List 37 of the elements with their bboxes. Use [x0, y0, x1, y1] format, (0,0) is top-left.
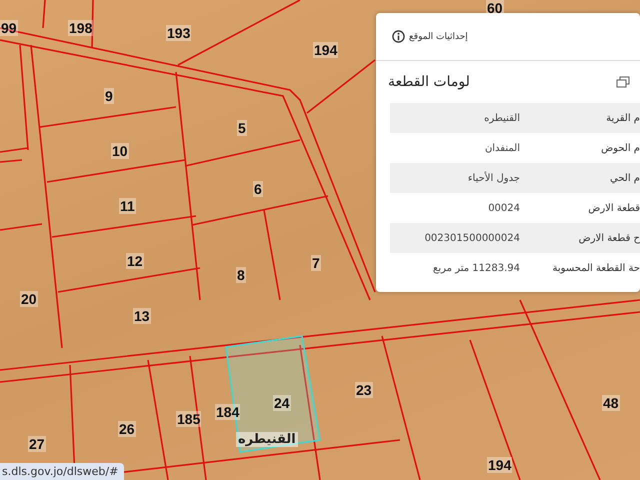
parcel-number: 5 [237, 120, 247, 136]
parcel-number: 27 [28, 436, 46, 452]
parcel-number: 12 [126, 253, 144, 269]
parcel-number: 7 [311, 255, 321, 271]
parcel-number: 184 [215, 404, 240, 420]
status-url: s.dls.gov.jo/dlsweb/# [0, 463, 124, 480]
parcel-number: 26 [118, 421, 136, 437]
panel-title: لومات القطعة [388, 74, 470, 90]
parcel-number: 194 [487, 457, 512, 473]
parcel-number: 13 [133, 308, 151, 324]
field-value: 002301500000024 [424, 232, 520, 244]
field-value: المنفدان [484, 142, 520, 154]
field-label: ح قطعة الارض [578, 232, 640, 244]
parcel-number: 24 [273, 395, 291, 411]
field-label: حة القطعة المحسوبة [552, 262, 640, 274]
field-label: م الحي [609, 172, 640, 184]
parcel-number: 185 [176, 411, 202, 427]
field-label: م الحوض [600, 142, 640, 154]
parcel-number: 23 [355, 382, 373, 398]
parcel-number: 10 [111, 143, 129, 159]
field-label: م القرية [605, 112, 640, 124]
parcel-number: 193 [166, 25, 192, 41]
parcel-number: 11 [119, 198, 136, 214]
parcel-number: 8 [236, 267, 246, 283]
field-label: قطعة الارض [587, 202, 640, 214]
field-value: 11283.94 متر مربع [432, 262, 520, 274]
parcel-number: 194 [313, 42, 338, 58]
place-label: القنيطره [236, 432, 298, 447]
parcel-number: 9 [104, 88, 114, 104]
parcel-number: 99 [0, 20, 18, 36]
field-value: جدول الأحياء [466, 172, 520, 184]
parcel-number: 6 [253, 181, 263, 197]
parcel-number: 20 [20, 291, 38, 307]
field-value: القنيطره [483, 112, 520, 124]
parcel-number: 198 [68, 20, 94, 36]
field-value: 00024 [487, 202, 520, 214]
parcel-number: 48 [602, 395, 620, 411]
